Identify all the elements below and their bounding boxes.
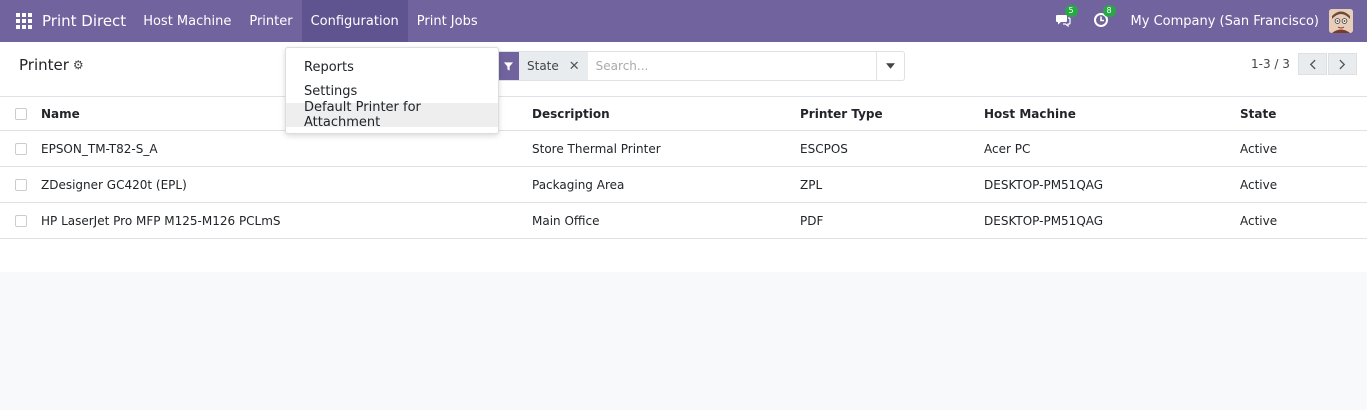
column-header-name[interactable]: Name <box>41 107 80 121</box>
table-row[interactable]: HP LaserJet Pro MFP M125-M126 PCLmS Main… <box>0 203 1367 239</box>
row-checkbox[interactable] <box>15 214 27 227</box>
app-brand[interactable]: Print Direct <box>42 12 126 30</box>
control-panel: Printer ⚙ State ✕ 1-3 / 3 <box>0 42 1367 97</box>
cell-printer-type: ESCPOS <box>800 141 848 156</box>
messages-button[interactable]: 5 <box>1055 5 1078 30</box>
table-row[interactable]: ZDesigner GC420t (EPL) Packaging Area ZP… <box>0 167 1367 203</box>
search-input[interactable] <box>587 59 876 73</box>
cell-state: Active <box>1240 213 1278 228</box>
activities-button[interactable]: 8 <box>1093 5 1116 30</box>
empty-list-area <box>0 272 1367 410</box>
avatar-icon <box>1329 9 1353 33</box>
cell-host-machine: DESKTOP-PM51QAG <box>984 213 1104 228</box>
cell-name: EPSON_TM-T82-S_A <box>41 141 158 156</box>
close-icon[interactable]: ✕ <box>564 52 588 80</box>
messages-badge: 5 <box>1064 5 1078 17</box>
table-empty-row <box>0 239 1367 273</box>
menu-host-machine[interactable]: Host Machine <box>134 0 240 42</box>
configuration-dropdown: Reports Settings Default Printer for Att… <box>285 47 499 134</box>
facet-label: State <box>519 52 565 80</box>
pager-previous-button[interactable] <box>1297 53 1327 75</box>
cell-name: ZDesigner GC420t (EPL) <box>41 177 187 192</box>
search-options-toggle[interactable] <box>876 52 904 80</box>
menu-configuration[interactable]: Configuration <box>301 0 408 42</box>
table-row[interactable]: EPSON_TM-T82-S_A Store Thermal Printer E… <box>0 131 1367 167</box>
column-header-host-machine[interactable]: Host Machine <box>984 107 1076 121</box>
cell-description: Store Thermal Printer <box>532 141 661 156</box>
cell-description: Main Office <box>532 213 600 228</box>
column-header-state[interactable]: State <box>1240 107 1276 121</box>
pager-value[interactable]: 1-3 / 3 <box>1251 57 1290 71</box>
dropdown-item-reports[interactable]: Reports <box>286 55 498 79</box>
top-navbar: Print Direct Host Machine Printer Config… <box>0 0 1367 42</box>
navbar-systray: 5 8 My Company (San Francisco) <box>1055 0 1367 42</box>
app-grid-icon[interactable] <box>16 13 32 29</box>
gear-icon[interactable]: ⚙ <box>73 58 84 72</box>
chevron-left-icon <box>1309 59 1316 69</box>
table-header: Name Description Printer Type Host Machi… <box>0 97 1367 131</box>
printer-list-table: Name Description Printer Type Host Machi… <box>0 97 1367 273</box>
pager: 1-3 / 3 <box>1251 53 1357 75</box>
row-checkbox[interactable] <box>15 178 27 191</box>
select-all-checkbox[interactable] <box>15 107 27 120</box>
caret-down-icon <box>886 63 895 69</box>
menu-printer[interactable]: Printer <box>240 0 301 42</box>
pager-next-button[interactable] <box>1327 53 1357 75</box>
row-checkbox[interactable] <box>15 142 27 155</box>
dropdown-item-default-printer[interactable]: Default Printer for Attachment <box>286 100 498 130</box>
cell-host-machine: DESKTOP-PM51QAG <box>984 177 1104 192</box>
search-facet-state: State ✕ <box>497 52 588 80</box>
filter-icon <box>497 52 519 80</box>
cell-description: Packaging Area <box>532 177 625 192</box>
cell-printer-type: ZPL <box>800 177 823 192</box>
company-switcher[interactable]: My Company (San Francisco) <box>1131 14 1319 29</box>
column-header-printer-type[interactable]: Printer Type <box>800 107 883 121</box>
cell-printer-type: PDF <box>800 213 824 228</box>
column-header-description[interactable]: Description <box>532 107 610 121</box>
page-title-text: Printer <box>19 56 69 74</box>
cell-name: HP LaserJet Pro MFP M125-M126 PCLmS <box>41 213 281 228</box>
page-title: Printer ⚙ <box>19 56 84 74</box>
activities-badge: 8 <box>1102 5 1116 17</box>
chevron-right-icon <box>1339 59 1346 69</box>
cell-state: Active <box>1240 141 1278 156</box>
search-bar: State ✕ <box>497 51 905 81</box>
cell-host-machine: Acer PC <box>984 141 1031 156</box>
cell-state: Active <box>1240 177 1278 192</box>
user-avatar[interactable] <box>1329 9 1353 33</box>
menu-print-jobs[interactable]: Print Jobs <box>408 0 487 42</box>
